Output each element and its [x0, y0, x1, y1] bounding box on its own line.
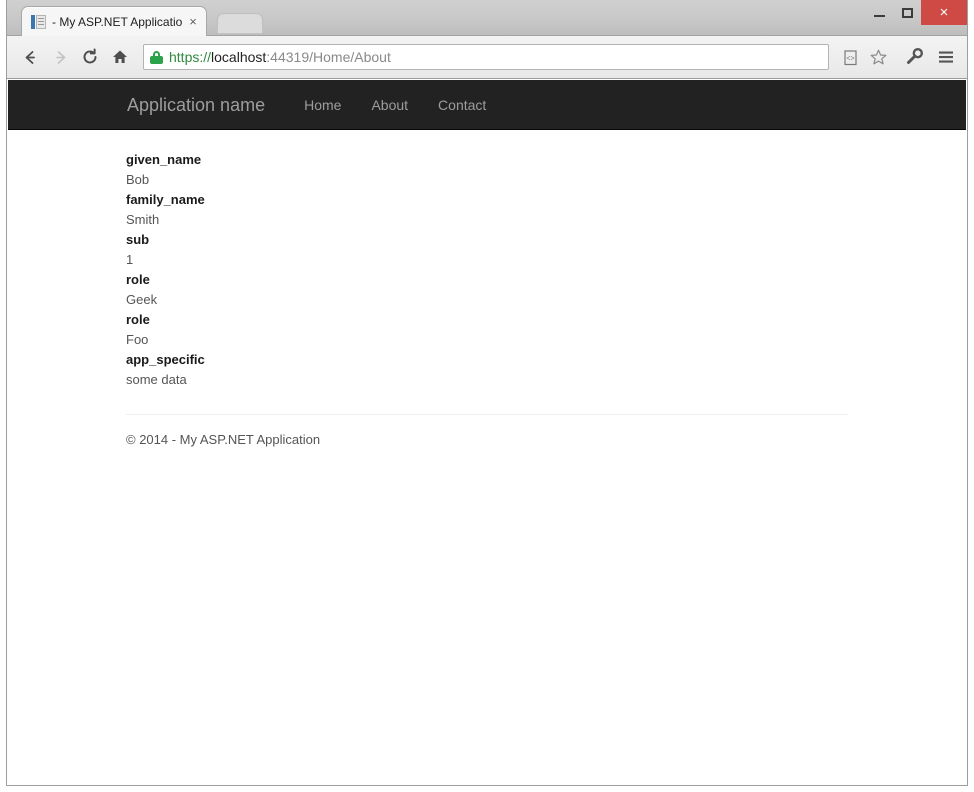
back-arrow-icon [25, 50, 35, 64]
reading-list-icon[interactable]: <> [837, 44, 863, 70]
navbar-links: Home About Contact [289, 98, 501, 112]
claim-term: sub [126, 232, 150, 247]
new-tab-button[interactable] [216, 13, 264, 34]
claims-list: given_name Bob family_name Smith sub 1 r… [126, 150, 848, 390]
reload-button[interactable] [75, 43, 105, 71]
forward-button[interactable] [45, 43, 75, 71]
navlink-contact[interactable]: Contact [423, 98, 501, 112]
browser-window: - My ASP.NET Application × × https:// lo… [6, 0, 968, 786]
minimize-button[interactable] [865, 0, 893, 25]
tab-title: - My ASP.NET Application [52, 14, 183, 29]
maximize-button[interactable] [893, 0, 921, 25]
browser-toolbar: https://localhost:44319/Home/About <> [7, 36, 967, 79]
minimize-icon [873, 15, 885, 17]
lock-icon [150, 50, 163, 64]
close-window-button[interactable]: × [921, 0, 967, 25]
back-button[interactable] [15, 43, 45, 71]
claim-value: Geek [126, 292, 158, 307]
page-viewport: Application name Home About Contact give… [8, 80, 966, 784]
tab-strip: - My ASP.NET Application × × [7, 0, 967, 36]
url-scheme: https:// [169, 49, 212, 65]
forward-arrow-icon [55, 50, 65, 64]
claim-value: Smith [126, 212, 160, 227]
site-navbar: Application name Home About Contact [8, 80, 966, 130]
claim-term: role [126, 272, 150, 287]
bookmark-star-icon[interactable] [865, 44, 891, 70]
claim-term: role [126, 312, 150, 327]
window-controls: × [865, 0, 967, 25]
navbar-brand[interactable]: Application name [127, 96, 265, 114]
aspnet-page-icon [31, 14, 47, 30]
address-bar[interactable]: https://localhost:44319/Home/About [143, 44, 829, 70]
home-button[interactable] [105, 43, 135, 71]
footer-copyright: © 2014 - My ASP.NET Application [126, 432, 321, 447]
browser-tab[interactable]: - My ASP.NET Application × [21, 6, 207, 36]
claim-value: Foo [126, 332, 149, 347]
home-icon [113, 50, 127, 63]
claim-value: Bob [126, 172, 150, 187]
key-icon[interactable] [901, 44, 927, 70]
claim-term: app_specific [126, 352, 205, 367]
url-path: :44319/Home/About [266, 49, 391, 65]
svg-text:<>: <> [846, 55, 854, 62]
tab-close-icon[interactable]: × [186, 14, 200, 29]
reload-icon [83, 48, 97, 64]
navlink-home[interactable]: Home [289, 98, 356, 112]
page-container: given_name Bob family_name Smith sub 1 r… [126, 130, 848, 450]
claim-term: family_name [126, 192, 205, 207]
menu-icon[interactable] [933, 44, 959, 70]
maximize-icon [901, 7, 913, 18]
claim-term: given_name [126, 152, 202, 167]
url-host: localhost [211, 49, 267, 65]
claim-value: some data [126, 372, 187, 387]
navlink-about[interactable]: About [356, 98, 423, 112]
claim-value: 1 [126, 252, 134, 267]
